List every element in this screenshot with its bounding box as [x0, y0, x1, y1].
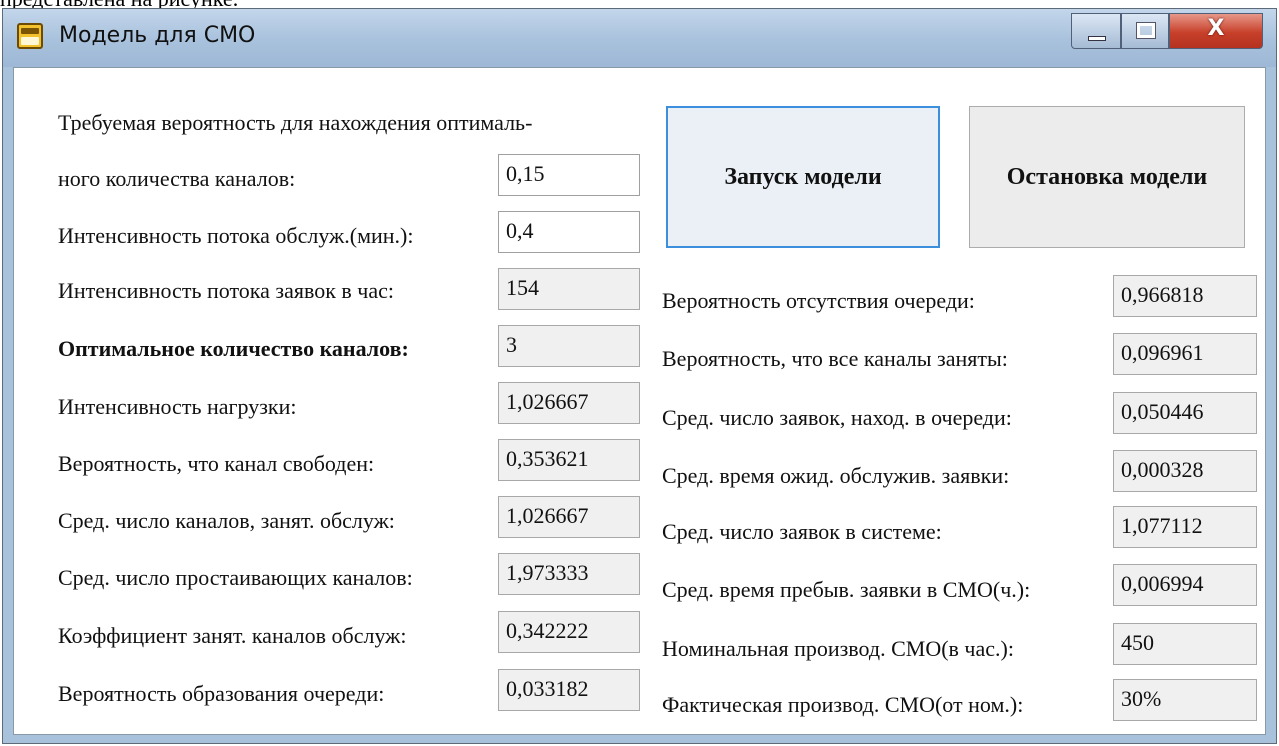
idle-channels-field: 1,973333	[498, 553, 640, 595]
arrival-rate-field: 154	[498, 268, 640, 310]
optimal-channels-label: Оптимальное количество каналов:	[58, 336, 409, 361]
no-queue-prob-field: 0,966818	[1113, 275, 1257, 317]
actual-throughput-field: 30%	[1113, 679, 1257, 721]
queue-length-field: 0,050446	[1113, 392, 1257, 434]
probability-input[interactable]: 0,15	[498, 154, 640, 196]
result-label: Фактическая производ. СМО(от ном.):	[662, 692, 1024, 717]
result-label: Вероятность, что канал свободен:	[58, 451, 375, 476]
window-title: Модель для СМО	[59, 23, 256, 48]
close-button[interactable]: X	[1169, 13, 1263, 49]
wait-time-field: 0,000328	[1113, 450, 1257, 492]
result-label: Вероятность, что все каналы заняты:	[662, 346, 1008, 371]
title-bar[interactable]: Модель для СМО X	[3, 9, 1276, 67]
start-model-button[interactable]: Запуск модели	[666, 106, 940, 248]
load-intensity-field: 1,026667	[498, 382, 640, 424]
service-intensity-input[interactable]: 0,4	[498, 211, 640, 253]
maximize-icon	[1136, 22, 1156, 39]
document-text-fragment: представлена на рисунке.	[0, 0, 400, 8]
result-label: Сред. число каналов, занят. обслуж:	[58, 508, 395, 533]
result-label: Сред. число простаивающих каналов:	[58, 565, 413, 590]
result-label: Номинальная производ. СМО(в час.):	[662, 636, 1014, 661]
probability-label-line1: Требуемая вероятность для нахождения опт…	[58, 110, 533, 135]
app-window: Модель для СМО X Требуемая вероятность д…	[2, 8, 1277, 744]
utilization-field: 0,342222	[498, 611, 640, 653]
probability-label-line2: ного количества каналов:	[58, 166, 296, 191]
channel-free-prob-field: 0,353621	[498, 439, 640, 481]
system-requests-field: 1,077112	[1113, 506, 1257, 548]
result-label: Сред. число заявок, наход. в очереди:	[662, 405, 1012, 430]
result-label: Вероятность отсутствия очереди:	[662, 288, 975, 313]
stay-time-field: 0,006994	[1113, 564, 1257, 606]
minimize-icon	[1088, 36, 1106, 41]
minimize-button[interactable]	[1071, 13, 1121, 49]
result-label: Сред. время ожид. обслужив. заявки:	[662, 463, 1010, 488]
close-icon: X	[1207, 16, 1225, 41]
result-label: Сред. время пребыв. заявки в СМО(ч.):	[662, 577, 1031, 602]
nominal-throughput-field: 450	[1113, 623, 1257, 665]
stop-model-button[interactable]: Остановка модели	[969, 106, 1245, 248]
busy-channels-field: 1,026667	[498, 496, 640, 538]
maximize-button[interactable]	[1121, 13, 1169, 49]
result-label: Коэффициент занят. каналов обслуж:	[58, 623, 407, 648]
result-label: Сред. число заявок в системе:	[662, 519, 942, 544]
all-busy-prob-field: 0,096961	[1113, 333, 1257, 375]
result-label: Вероятность образования очереди:	[58, 681, 385, 706]
result-label: Интенсивность потока заявок в час:	[58, 278, 394, 303]
form-client-area: Требуемая вероятность для нахождения опт…	[13, 67, 1266, 735]
queue-prob-field: 0,033182	[498, 669, 640, 711]
result-label: Интенсивность нагрузки:	[58, 394, 297, 419]
optimal-channels-field: 3	[498, 325, 640, 367]
service-intensity-label: Интенсивность потока обслуж.(мин.):	[58, 223, 414, 248]
app-icon	[17, 23, 43, 49]
